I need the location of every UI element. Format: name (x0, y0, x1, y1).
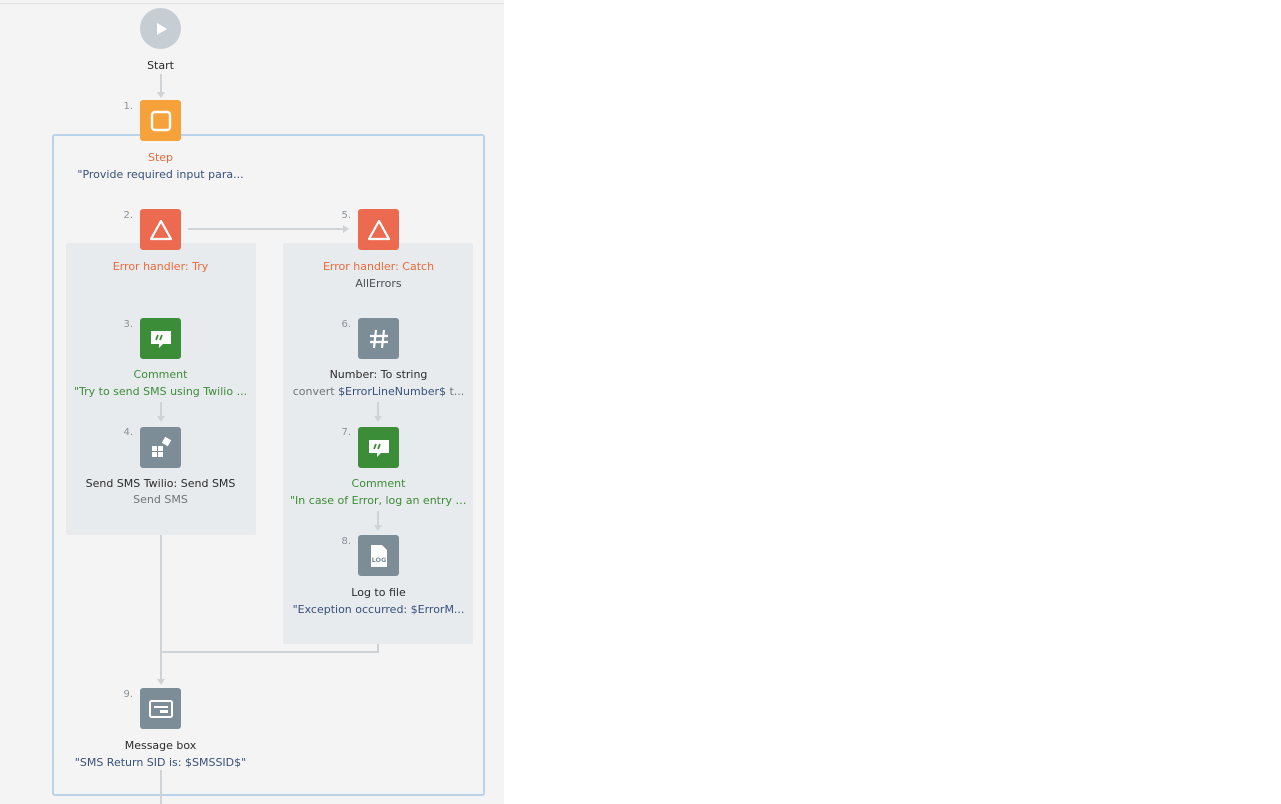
step-9-node[interactable] (140, 688, 181, 729)
connector-try-9 (160, 535, 162, 679)
play-icon (156, 22, 167, 35)
log-file-icon: LOG (370, 544, 387, 567)
step-2-title: Error handler: Try (112, 260, 209, 273)
step-6-number: 6. (341, 319, 351, 330)
arrow-3-4 (157, 416, 165, 422)
start-label: Start (147, 59, 174, 72)
step-4-title: Send SMS Twilio: Send SMS (85, 477, 236, 490)
comment-icon (150, 330, 171, 348)
step-3-number: 3. (123, 319, 133, 330)
start-node[interactable] (140, 8, 181, 49)
step-4-node[interactable] (140, 427, 181, 468)
step-8-node[interactable]: LOG (358, 535, 399, 576)
step-5-title: Error handler: Catch (322, 260, 435, 273)
connector-9-next (160, 770, 162, 804)
canvas-top-border (0, 3, 504, 4)
step-8-subtitle: "Exception occurred: $ErrorM... (292, 603, 465, 616)
flow-canvas: Start 1. Step "Provide required input pa… (0, 0, 504, 804)
arrow-6-7 (374, 416, 382, 422)
step-6-node[interactable] (358, 318, 399, 359)
connector-2-5 (188, 228, 344, 230)
connector-merge (160, 651, 379, 653)
message-box-icon (148, 699, 173, 718)
step-square-icon (150, 110, 171, 131)
step-5-subtitle: AllErrors (355, 277, 402, 290)
step-4-subtitle: Send SMS (133, 493, 188, 506)
log-file-icon-text: LOG (371, 556, 386, 564)
step-6-subtitle-variable: $ErrorLineNumber$ (338, 385, 446, 398)
step-3-node[interactable] (140, 318, 181, 359)
step-8-title: Log to file (351, 586, 406, 599)
hash-icon (369, 329, 388, 348)
comment-icon (368, 439, 389, 457)
step-9-title: Message box (124, 739, 197, 752)
arrow-merge-9 (157, 679, 165, 685)
step-6-title: Number: To string (329, 368, 428, 381)
step-3-subtitle: "Try to send SMS using Twilio ... (73, 385, 248, 398)
arrow-2-5 (343, 225, 349, 233)
step-5-node[interactable] (358, 209, 399, 250)
step-7-number: 7. (341, 427, 351, 438)
plugin-blocks-icon (151, 436, 171, 457)
step-7-node[interactable] (358, 427, 399, 468)
step-7-title: Comment (351, 477, 406, 490)
warning-triangle-icon (149, 219, 172, 240)
step-9-subtitle: "SMS Return SID is: $SMSSID$" (74, 756, 247, 769)
step-8-number: 8. (341, 536, 351, 547)
step-6-subtitle-suffix: t... (445, 385, 465, 398)
step-2-node[interactable] (140, 209, 181, 250)
warning-triangle-icon (367, 219, 390, 240)
step-5-number: 5. (341, 210, 351, 221)
step-4-number: 4. (123, 427, 133, 438)
step-1-subtitle: "Provide required input para... (77, 168, 244, 181)
step-7-subtitle: "In case of Error, log an entry i... (290, 494, 467, 507)
step-1-node[interactable] (140, 100, 181, 141)
step-6-subtitle: convert $ErrorLineNumber$ t... (290, 385, 467, 398)
step-9-number: 9. (123, 689, 133, 700)
step-6-subtitle-prefix: convert (292, 385, 339, 398)
arrow-start-1 (157, 92, 165, 98)
step-3-title: Comment (133, 368, 188, 381)
step-1-title: Step (147, 151, 174, 164)
step-1-number: 1. (123, 101, 133, 112)
step-2-number: 2. (123, 210, 133, 221)
connector-start-1 (160, 74, 162, 94)
arrow-7-8 (374, 525, 382, 531)
